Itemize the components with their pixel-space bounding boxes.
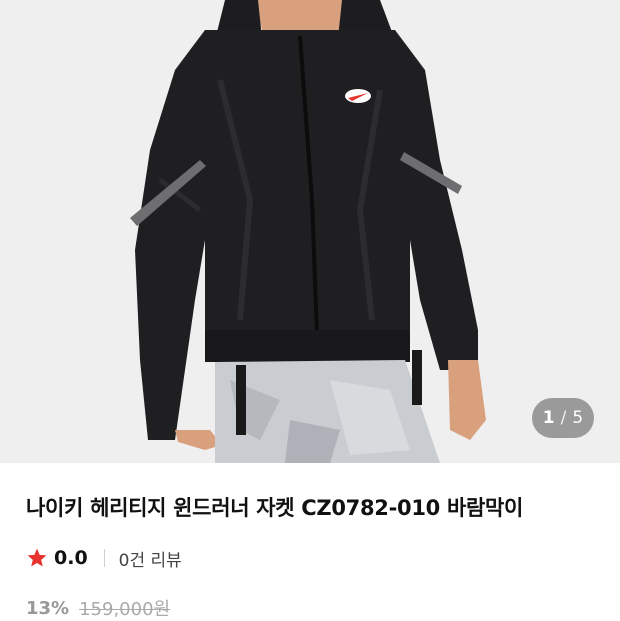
- indicator-total: 5: [572, 408, 584, 428]
- indicator-current: 1: [542, 408, 555, 428]
- divider: [103, 549, 105, 567]
- product-title: 나이키 헤리티지 윈드러너 자켓 CZ0782-010 바람막이: [26, 496, 524, 520]
- product-photo: [0, 0, 620, 463]
- original-price: 159,000원: [79, 599, 171, 620]
- price-row: 13% 159,000원: [26, 595, 170, 621]
- star-icon: [27, 548, 47, 567]
- product-image-carousel[interactable]: 1 / 5: [0, 0, 620, 463]
- discount-rate: 13%: [26, 597, 70, 619]
- image-page-indicator: 1 / 5: [532, 398, 594, 438]
- rating-score: 0.0: [54, 547, 88, 569]
- rating-row: 0.0 0건 리뷰: [26, 545, 182, 571]
- review-count-link[interactable]: 0건 리뷰: [119, 546, 182, 571]
- indicator-separator: /: [560, 408, 567, 428]
